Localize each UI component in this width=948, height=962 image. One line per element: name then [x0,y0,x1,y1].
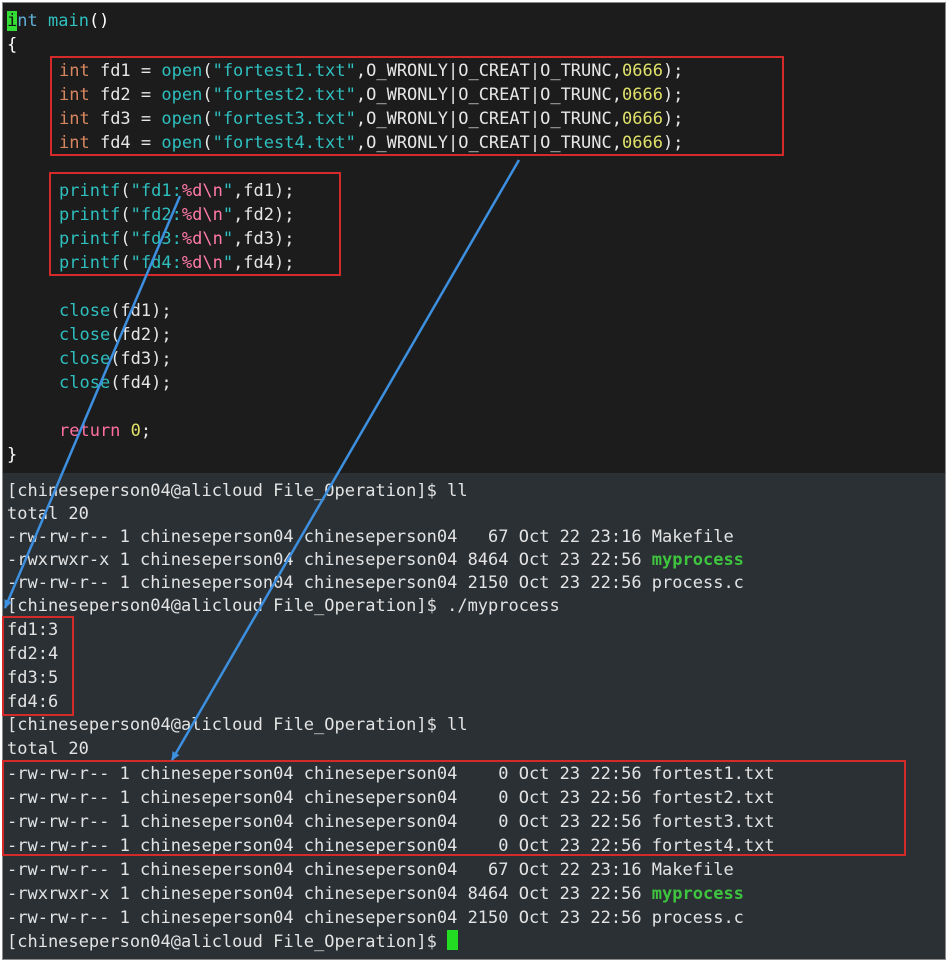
file-entry: -rw-rw-r-- 1 chineseperson04 chinesepers… [7,573,744,593]
file-entry: -rwxrwxr-x 1 chineseperson04 chinesepers… [7,884,744,904]
code-line-printf: printf("fd3:%d\n",fd3); [59,229,295,249]
output-line: fd2:4 [7,644,59,664]
file-name: Makefile [651,860,734,880]
code-line-open: int fd2 = open("fortest2.txt",O_WRONLY|O… [59,85,684,105]
file-entry: -rw-rw-r-- 1 chineseperson04 chinesepers… [7,860,734,880]
file-name: fortest1.txt [651,764,775,784]
file-entry: -rw-rw-r-- 1 chineseperson04 chinesepers… [7,908,744,928]
code-line-close: close(fd2); [59,325,172,345]
shell-prompt: [chineseperson04@alicloud File_Operation… [7,596,560,616]
screenshot-frame: int main() { int fd1 = open("fortest1.tx… [2,2,946,960]
file-name: fortest3.txt [651,812,775,832]
output-line: fd1:3 [7,620,59,640]
file-entry: -rw-rw-r-- 1 chineseperson04 chinesepers… [7,812,775,832]
file-name: fortest2.txt [651,788,775,808]
total-line: total 20 [7,504,89,524]
file-name: fortest4.txt [651,836,775,856]
code-editor[interactable]: int main() { int fd1 = open("fortest1.tx… [3,3,945,473]
file-name: process.c [651,573,744,593]
editor-cursor: i [7,11,18,31]
file-name: process.c [651,908,744,928]
code-line-open: int fd1 = open("fortest1.txt",O_WRONLY|O… [59,61,684,81]
terminal[interactable]: [chineseperson04@alicloud File_Operation… [3,473,945,959]
file-entry: -rwxrwxr-x 1 chineseperson04 chinesepers… [7,550,744,570]
total-line: total 20 [7,739,89,759]
main-function-name: main [47,11,89,31]
file-name: Makefile [651,527,734,547]
code-line-close: close(fd3); [59,349,172,369]
executable-file-name: myprocess [651,550,744,570]
code-line-return: return 0; [59,421,152,441]
executable-file-name: myprocess [651,884,744,904]
code-line-close: close(fd1); [59,301,172,321]
main-return-type: nt [17,11,38,31]
file-entry: -rw-rw-r-- 1 chineseperson04 chinesepers… [7,527,734,547]
shell-prompt: [chineseperson04@alicloud File_Operation… [7,715,468,735]
shell-prompt-active[interactable]: [chineseperson04@alicloud File_Operation… [7,930,459,954]
output-line: fd3:5 [7,668,59,688]
code-line-printf: printf("fd4:%d\n",fd4); [59,253,295,273]
code-line-printf: printf("fd2:%d\n",fd2); [59,205,295,225]
terminal-cursor [447,930,459,950]
open-brace: { [7,35,18,55]
code-line-close: close(fd4); [59,373,172,393]
file-entry: -rw-rw-r-- 1 chineseperson04 chinesepers… [7,788,775,808]
shell-prompt: [chineseperson04@alicloud File_Operation… [7,481,468,501]
main-signature: int main() [7,11,110,31]
output-line: fd4:6 [7,692,59,712]
code-line-open: int fd3 = open("fortest3.txt",O_WRONLY|O… [59,109,684,129]
code-line-printf: printf("fd1:%d\n",fd1); [59,181,295,201]
file-entry: -rw-rw-r-- 1 chineseperson04 chinesepers… [7,836,775,856]
file-entry: -rw-rw-r-- 1 chineseperson04 chinesepers… [7,764,775,784]
close-brace: } [7,445,18,465]
code-line-open: int fd4 = open("fortest4.txt",O_WRONLY|O… [59,133,684,153]
